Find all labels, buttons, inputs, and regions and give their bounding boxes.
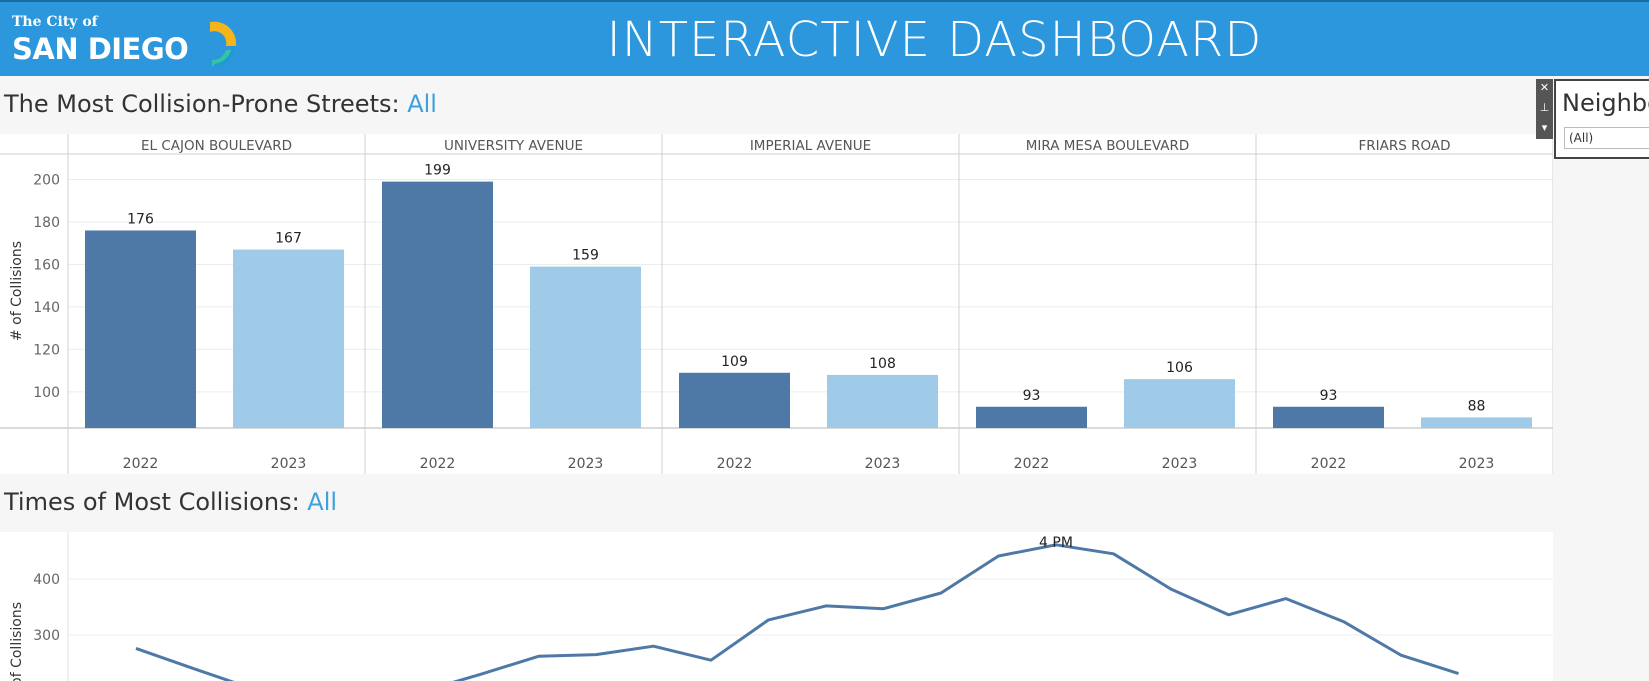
bar-2022	[85, 230, 196, 428]
times-title-text: Times of Most Collisions:	[4, 488, 308, 516]
street-header-label: EL CAJON BOULEVARD	[141, 138, 292, 154]
x-tick-label: 2022	[420, 456, 456, 472]
y-tick-label: 200	[33, 172, 60, 188]
y-axis-title: # of Collisions	[9, 602, 25, 681]
y-tick-label: 140	[33, 300, 60, 316]
streets-filter-value[interactable]: All	[407, 90, 437, 118]
bar-value-label: 93	[1023, 388, 1041, 404]
close-filter-icon[interactable]: ✕	[1536, 81, 1553, 95]
bar-value-label: 167	[275, 231, 302, 247]
pin-filter-icon[interactable]: ⊥	[1536, 101, 1553, 115]
bar-value-label: 88	[1468, 398, 1486, 414]
x-tick-label: 2022	[1014, 456, 1050, 472]
times-filter-value[interactable]: All	[307, 488, 337, 516]
bar-value-label: 108	[869, 356, 896, 372]
times-line-chart-panel: 300 400 # of Collisions 4 PM	[0, 532, 1553, 681]
bar-value-label: 176	[127, 211, 154, 227]
times-section-title: Times of Most Collisions: All	[4, 488, 337, 516]
filter-menu-icon[interactable]: ▾	[1536, 121, 1553, 135]
bar-2022	[976, 406, 1087, 428]
y-tick-label: 120	[33, 342, 60, 358]
street-header-label: MIRA MESA BOULEVARD	[1026, 138, 1189, 154]
neighborhood-filter-title: Neighborhood	[1562, 89, 1649, 117]
bar-value-label: 159	[572, 248, 599, 264]
dashboard-header: The City of SAN DIEGO INTERACTIVE DASHBO…	[0, 0, 1649, 76]
neighborhood-filter: Neighborhood (All)	[1554, 79, 1649, 159]
bar-2022	[382, 181, 493, 428]
x-tick-label: 2023	[271, 456, 307, 472]
streets-section-title: The Most Collision-Prone Streets: All	[4, 90, 437, 118]
filter-toolbar: ✕ ⊥ ▾	[1536, 79, 1553, 139]
x-tick-label: 2022	[123, 456, 159, 472]
x-tick-label: 2023	[568, 456, 604, 472]
street-header-label: UNIVERSITY AVENUE	[444, 138, 583, 154]
y-tick-label: 180	[33, 215, 60, 231]
times-line-chart[interactable]: 300 400 # of Collisions 4 PM	[0, 532, 1553, 681]
street-header-label: FRIARS ROAD	[1358, 138, 1450, 154]
bar-2023	[233, 249, 344, 428]
bar-2023	[827, 374, 938, 428]
bar-value-label: 109	[721, 354, 748, 370]
bar-2023	[1124, 379, 1235, 428]
streets-title-text: The Most Collision-Prone Streets:	[4, 90, 408, 118]
bar-value-label: 106	[1166, 360, 1193, 376]
y-tick-label: 160	[33, 257, 60, 273]
bar-2023	[1421, 417, 1532, 428]
x-tick-label: 2022	[717, 456, 753, 472]
streets-bar-chart[interactable]: 100 120 140 160 180 200 # of Collisions EL CAJO…	[0, 134, 1554, 474]
dashboard: The City of SAN DIEGO INTERACTIVE DASHBO…	[0, 0, 1649, 681]
bar-value-label: 199	[424, 163, 451, 179]
collision-line-series	[135, 543, 1459, 681]
y-axis-title: # of Collisions	[9, 241, 25, 341]
bar-2022	[679, 372, 790, 428]
neighborhood-select[interactable]: (All)	[1564, 127, 1649, 149]
streets-bar-chart-panel: 100 120 140 160 180 200 # of Collisions EL CAJO…	[0, 134, 1554, 474]
street-header-label: IMPERIAL AVENUE	[750, 138, 871, 154]
y-tick-label: 300	[33, 628, 60, 644]
peak-annotation: 4 PM	[1039, 535, 1073, 551]
y-tick-label: 400	[33, 572, 60, 588]
x-tick-label: 2023	[1459, 456, 1495, 472]
bar-2023	[530, 266, 641, 428]
dashboard-title: INTERACTIVE DASHBOARD	[606, 12, 1263, 68]
bar-value-label: 93	[1320, 388, 1338, 404]
bar-2022	[1273, 406, 1384, 428]
x-tick-label: 2023	[1162, 456, 1198, 472]
x-tick-label: 2023	[865, 456, 901, 472]
y-tick-label: 100	[33, 385, 60, 401]
x-tick-label: 2022	[1311, 456, 1347, 472]
